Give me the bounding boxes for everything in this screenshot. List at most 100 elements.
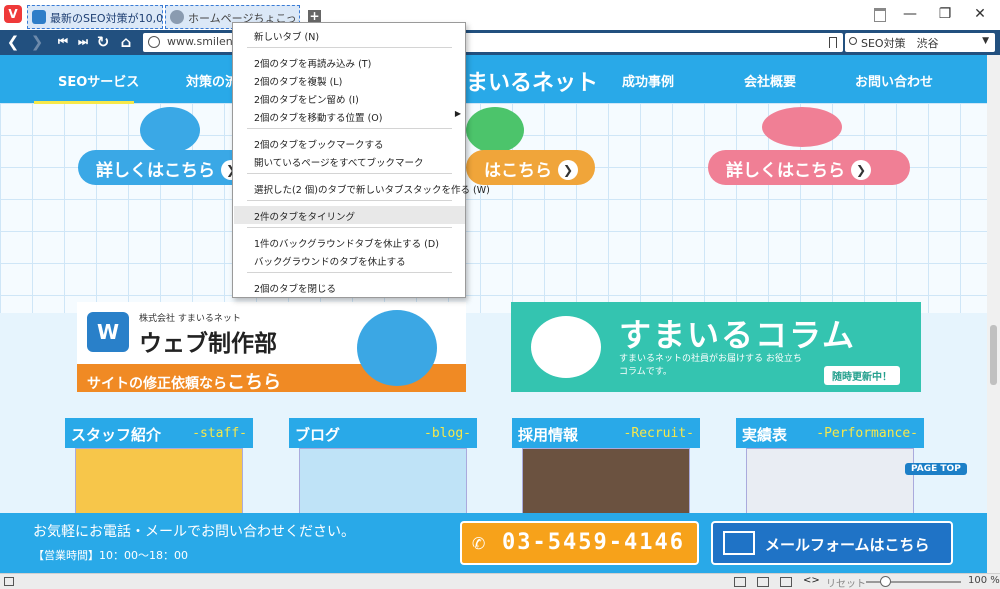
phone-icon: ✆ <box>472 531 486 556</box>
details-button-orange[interactable]: はこちら ❯ <box>466 150 595 185</box>
vivaldi-menu-icon[interactable]: V <box>4 5 22 23</box>
nav-company[interactable]: 会社概要 <box>744 71 796 90</box>
mascot-web-banner <box>357 310 437 386</box>
phone-button[interactable]: ✆ 03-5459-4146 <box>460 521 699 565</box>
web-page: SEOサービス 対策の流 まいるネット 成功事例 会社概要 お問い合わせ 詳しく… <box>0 55 987 573</box>
search-input[interactable]: SEO対策 渋谷 ▼ <box>845 33 995 52</box>
menu-item-duplicate-tabs[interactable]: 2個のタブを複製 (L) <box>234 71 465 89</box>
details-label: 詳しくはこちら <box>726 161 845 181</box>
menu-divider <box>247 227 452 228</box>
contact-bar: お気軽にお電話・メールでお問い合わせください。 【営業時間】10：00〜18：0… <box>0 513 987 573</box>
back-icon[interactable]: ❮ <box>4 33 22 51</box>
tab-title: 最新のSEO対策が10,000円！ <box>50 12 163 25</box>
glasses-logo <box>531 316 601 378</box>
mascot-pink <box>762 107 842 147</box>
menu-item-new-tab[interactable]: 新しいタブ (N) <box>234 26 465 44</box>
card-sub: -staff- <box>192 426 247 441</box>
search-icon <box>849 37 857 45</box>
web-dept-logo: W <box>87 312 129 352</box>
column-desc: すまいるネットの社員がお届けする お役立ちコラムです。 <box>619 354 802 377</box>
tile-icon[interactable] <box>757 577 769 587</box>
site-info-icon[interactable] <box>148 36 160 48</box>
nav-success-cases[interactable]: 成功事例 <box>622 71 674 90</box>
nav-flow[interactable]: 対策の流 <box>186 71 238 90</box>
fast-forward-icon[interactable]: ⏭ <box>74 33 92 51</box>
nav-active-underline <box>34 101 134 104</box>
restore-button[interactable]: ❐ <box>930 4 960 24</box>
code-icon[interactable]: <> <box>803 575 820 586</box>
menu-item-move-tabs[interactable]: 2個のタブを移動する位置 (O) ▶ <box>234 107 465 125</box>
close-window-button[interactable]: ✕ <box>965 4 995 24</box>
card-sub: -blog- <box>424 426 471 441</box>
capture-icon[interactable] <box>734 577 746 587</box>
chevron-down-icon[interactable]: ▼ <box>982 36 989 46</box>
menu-item-bookmark-all[interactable]: 開いているページをすべてブックマーク <box>234 152 465 170</box>
menu-item-hibernate-one[interactable]: 1件のバックグラウンドタブを休止する (D) <box>234 233 465 251</box>
phone-number: 03-5459-4146 <box>502 530 685 555</box>
arrow-right-icon: ❯ <box>851 160 871 180</box>
search-value: SEO対策 渋谷 <box>861 37 939 50</box>
card-sub: -Recruit- <box>623 426 694 441</box>
menu-item-pin-tabs[interactable]: 2個のタブをピン留め (I) <box>234 89 465 107</box>
menu-item-new-tab-stack[interactable]: 選択した(2 個)のタブで新しいタブスタックを作る (W) <box>234 179 490 197</box>
site-favicon-icon <box>32 10 46 24</box>
bookmark-icon[interactable] <box>829 37 837 48</box>
card-sub: -Performance- <box>816 426 918 441</box>
arrow-right-icon: ❯ <box>558 160 578 180</box>
card-title: スタッフ紹介 <box>71 426 162 444</box>
tab-seo[interactable]: 最新のSEO対策が10,000円！ <box>27 5 163 29</box>
details-button-pink[interactable]: 詳しくはこちら ❯ <box>708 150 910 185</box>
menu-item-close-tabs[interactable]: 2個のタブを閉じる <box>234 278 465 296</box>
menu-divider <box>247 128 452 129</box>
zoom-slider-thumb[interactable] <box>880 576 891 587</box>
zoom-reset-button[interactable]: リセット <box>826 575 866 589</box>
address-toolbar: ❮ ❯ ⏮ ⏭ ↻ ⌂ www.smilenet. SEO対策 渋谷 ▼ <box>0 30 1000 55</box>
contact-message: お気軽にお電話・メールでお問い合わせください。 <box>33 524 355 540</box>
card-title: 採用情報 <box>518 426 579 444</box>
menu-item-tile-tabs[interactable]: 2件のタブをタイリング <box>234 206 465 224</box>
business-hours: 【営業時間】10：00〜18：00 <box>33 549 188 562</box>
rewind-icon[interactable]: ⏮ <box>54 33 72 51</box>
menu-item-bookmark-tabs[interactable]: 2個のタブをブックマークする <box>234 134 465 152</box>
reload-icon[interactable]: ↻ <box>94 33 112 51</box>
mascot-blue <box>140 107 200 153</box>
menu-item-hibernate-background[interactable]: バックグラウンドのタブを休止する <box>234 251 465 269</box>
banner-sub: サイトの修正依頼ならこちら <box>87 368 281 392</box>
image-icon[interactable] <box>780 577 792 587</box>
mail-icon <box>723 531 755 555</box>
tab-context-menu: 新しいタブ (N) 2個のタブを再読み込み (T) 2個のタブを複製 (L) 2… <box>232 22 490 298</box>
panel-toggle-icon[interactable] <box>4 577 14 586</box>
minimize-button[interactable]: — <box>895 4 925 24</box>
banner-dept: ウェブ制作部 <box>139 331 277 357</box>
home-icon[interactable]: ⌂ <box>117 33 135 51</box>
menu-divider <box>247 173 452 174</box>
trash-icon[interactable] <box>874 8 886 22</box>
nav-contact[interactable]: お問い合わせ <box>855 71 933 90</box>
site-logo[interactable]: まいるネット <box>466 65 598 97</box>
column-badge: 随時更新中！ <box>824 366 900 385</box>
banner-company: 株式会社 すまいるネット <box>139 314 241 324</box>
site-nav: SEOサービス 対策の流 まいるネット 成功事例 会社概要 お問い合わせ <box>0 55 987 104</box>
menu-item-label: 2個のタブを移動する位置 (O) <box>254 113 383 124</box>
mail-label: メールフォームはこちら <box>765 536 930 554</box>
banner-sub-text: サイトの修正依頼なら <box>87 376 227 392</box>
details-label: はこちら <box>484 161 552 181</box>
page-top-button[interactable]: PAGE TOP <box>905 463 967 475</box>
forward-icon[interactable]: ❯ <box>28 33 46 51</box>
globe-favicon-icon <box>170 10 184 24</box>
mascot-green <box>466 107 524 153</box>
zoom-level: 100 % <box>968 575 1000 586</box>
status-bar: <> リセット 100 % <box>0 573 1000 589</box>
nav-seo-service[interactable]: SEOサービス <box>58 71 139 90</box>
mail-form-button[interactable]: メールフォームはこちら <box>711 521 953 565</box>
details-label: 詳しくはこちら <box>96 161 215 181</box>
menu-divider <box>247 200 452 201</box>
web-production-banner[interactable]: W 株式会社 すまいるネット ウェブ制作部 サイトの修正依頼ならこちら <box>77 302 466 392</box>
menu-item-reload-tabs[interactable]: 2個のタブを再読み込み (T) <box>234 53 465 71</box>
menu-divider <box>247 272 452 273</box>
menu-divider <box>247 47 452 48</box>
card-title: ブログ <box>295 426 341 444</box>
scrollbar-thumb[interactable] <box>990 325 997 385</box>
vertical-scrollbar[interactable] <box>987 55 1000 573</box>
column-banner[interactable]: すまいるコラム すまいるネットの社員がお届けする お役立ちコラムです。 随時更新… <box>511 302 921 392</box>
